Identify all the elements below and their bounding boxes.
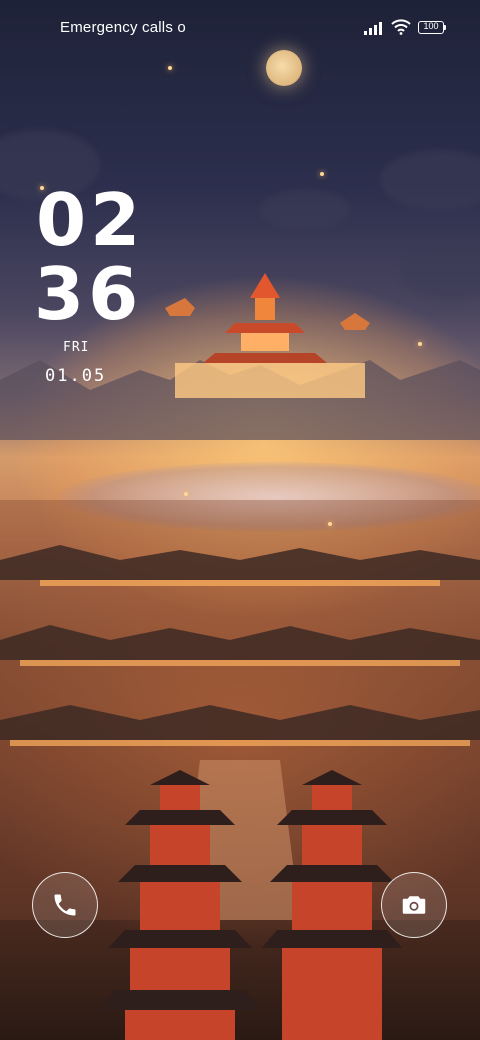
clock-minutes: 36 (34, 252, 143, 336)
clock-day: FRI (63, 340, 90, 355)
battery-level: 100 (423, 21, 439, 31)
lantern-light (184, 492, 188, 496)
cloud (400, 250, 480, 300)
phone-shortcut-button[interactable] (32, 872, 98, 938)
wifi-icon (391, 19, 411, 35)
camera-icon (402, 896, 426, 914)
clock-hours: 02 (36, 178, 145, 262)
lantern-light (328, 522, 332, 526)
camera-shortcut-button[interactable] (381, 872, 447, 938)
battery-cap (444, 25, 446, 30)
clock-date: 01.05 (45, 366, 107, 386)
lantern-light (168, 66, 172, 70)
cloud (260, 190, 350, 230)
phone-icon (54, 894, 76, 916)
pagoda-left (100, 770, 260, 1040)
lantern-light (418, 342, 422, 346)
cloud (380, 150, 480, 210)
palace-graphic (165, 273, 370, 398)
signal-icon (364, 22, 382, 35)
star (320, 172, 324, 176)
status-bar: Emergency calls o 100 (0, 0, 480, 56)
carrier-status-text: Emergency calls o (60, 19, 186, 36)
